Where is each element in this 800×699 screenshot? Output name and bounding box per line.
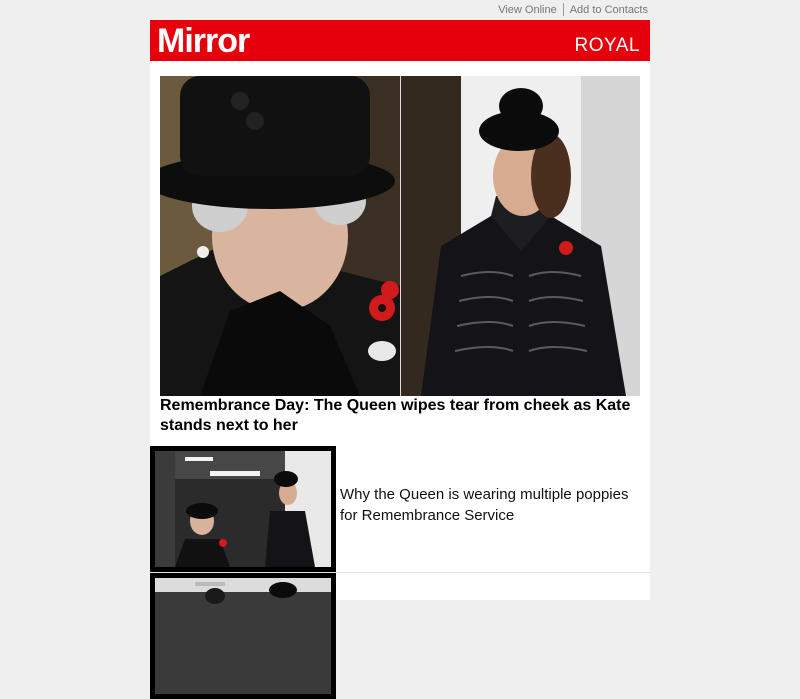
story-item[interactable]: Why the Queen is wearing multiple poppie… <box>150 446 650 573</box>
add-to-contacts-link[interactable]: Add to Contacts <box>570 4 648 16</box>
story-thumbnail[interactable] <box>150 573 336 699</box>
hero-photo-kate <box>401 76 640 396</box>
mirror-logo[interactable]: Mirror <box>157 22 250 60</box>
email-top-links: View Online Add to Contacts <box>498 3 648 16</box>
link-divider <box>562 3 564 16</box>
story-thumbnail[interactable] <box>150 446 336 572</box>
main-story-headline[interactable]: Remembrance Day: The Queen wipes tear fr… <box>160 396 640 436</box>
email-top-bar: View Online Add to Contacts <box>150 0 650 20</box>
hero-photo-queen <box>160 76 400 396</box>
story-item[interactable] <box>150 573 650 699</box>
view-online-link[interactable]: View Online <box>498 4 557 16</box>
masthead: Mirror ROYAL <box>150 20 650 61</box>
story-title[interactable]: Why the Queen is wearing multiple poppie… <box>340 484 640 526</box>
newsletter-body: Mirror ROYAL Remembrance Day: The Queen … <box>150 20 650 699</box>
hero-image[interactable] <box>160 76 640 396</box>
section-label: ROYAL <box>574 35 640 56</box>
